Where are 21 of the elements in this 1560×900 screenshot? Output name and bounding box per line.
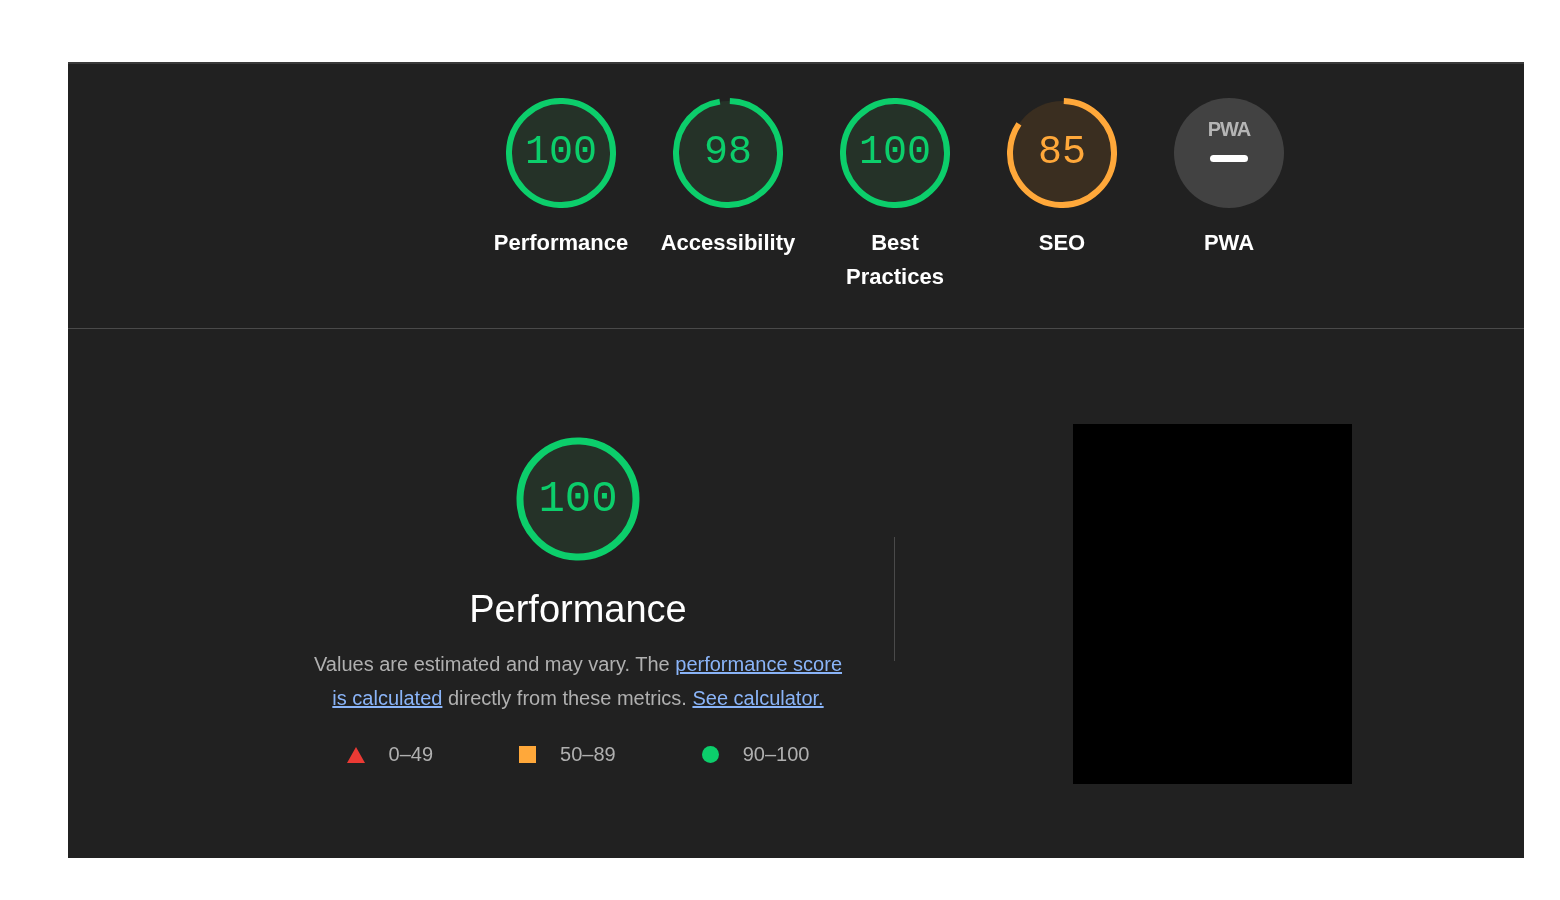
pwa-badge[interactable]: PWA — [1174, 98, 1284, 208]
category-label[interactable]: SEO — [1038, 226, 1086, 260]
legend-label: 50–89 — [560, 743, 616, 766]
description-link[interactable]: performance score — [675, 653, 842, 675]
description-text: Values are estimated and may vary. The performance score is calculated directly from these metrics. See calculator. — [312, 652, 843, 711]
description-link[interactable]: is calculated — [332, 687, 443, 709]
category-label[interactable]: Best Practices — [820, 226, 970, 294]
category-label[interactable]: Accessibility — [660, 226, 796, 260]
score-value: 100 — [538, 477, 618, 521]
description-link[interactable]: See calculator. — [692, 687, 824, 709]
legend-label: 90–100 — [742, 743, 810, 766]
score-value: 100 — [525, 133, 597, 173]
category-label[interactable]: PWA — [1203, 226, 1255, 260]
score-value: 98 — [704, 133, 752, 173]
pwa-logo: PWA — [1207, 118, 1251, 141]
category-label[interactable]: Performance — [493, 226, 629, 260]
score-value: 85 — [1038, 133, 1086, 173]
legend-label: 0–49 — [388, 743, 434, 766]
section-title: Performance — [469, 587, 687, 632]
dash-icon — [1210, 155, 1248, 162]
score-value: 100 — [859, 133, 931, 173]
